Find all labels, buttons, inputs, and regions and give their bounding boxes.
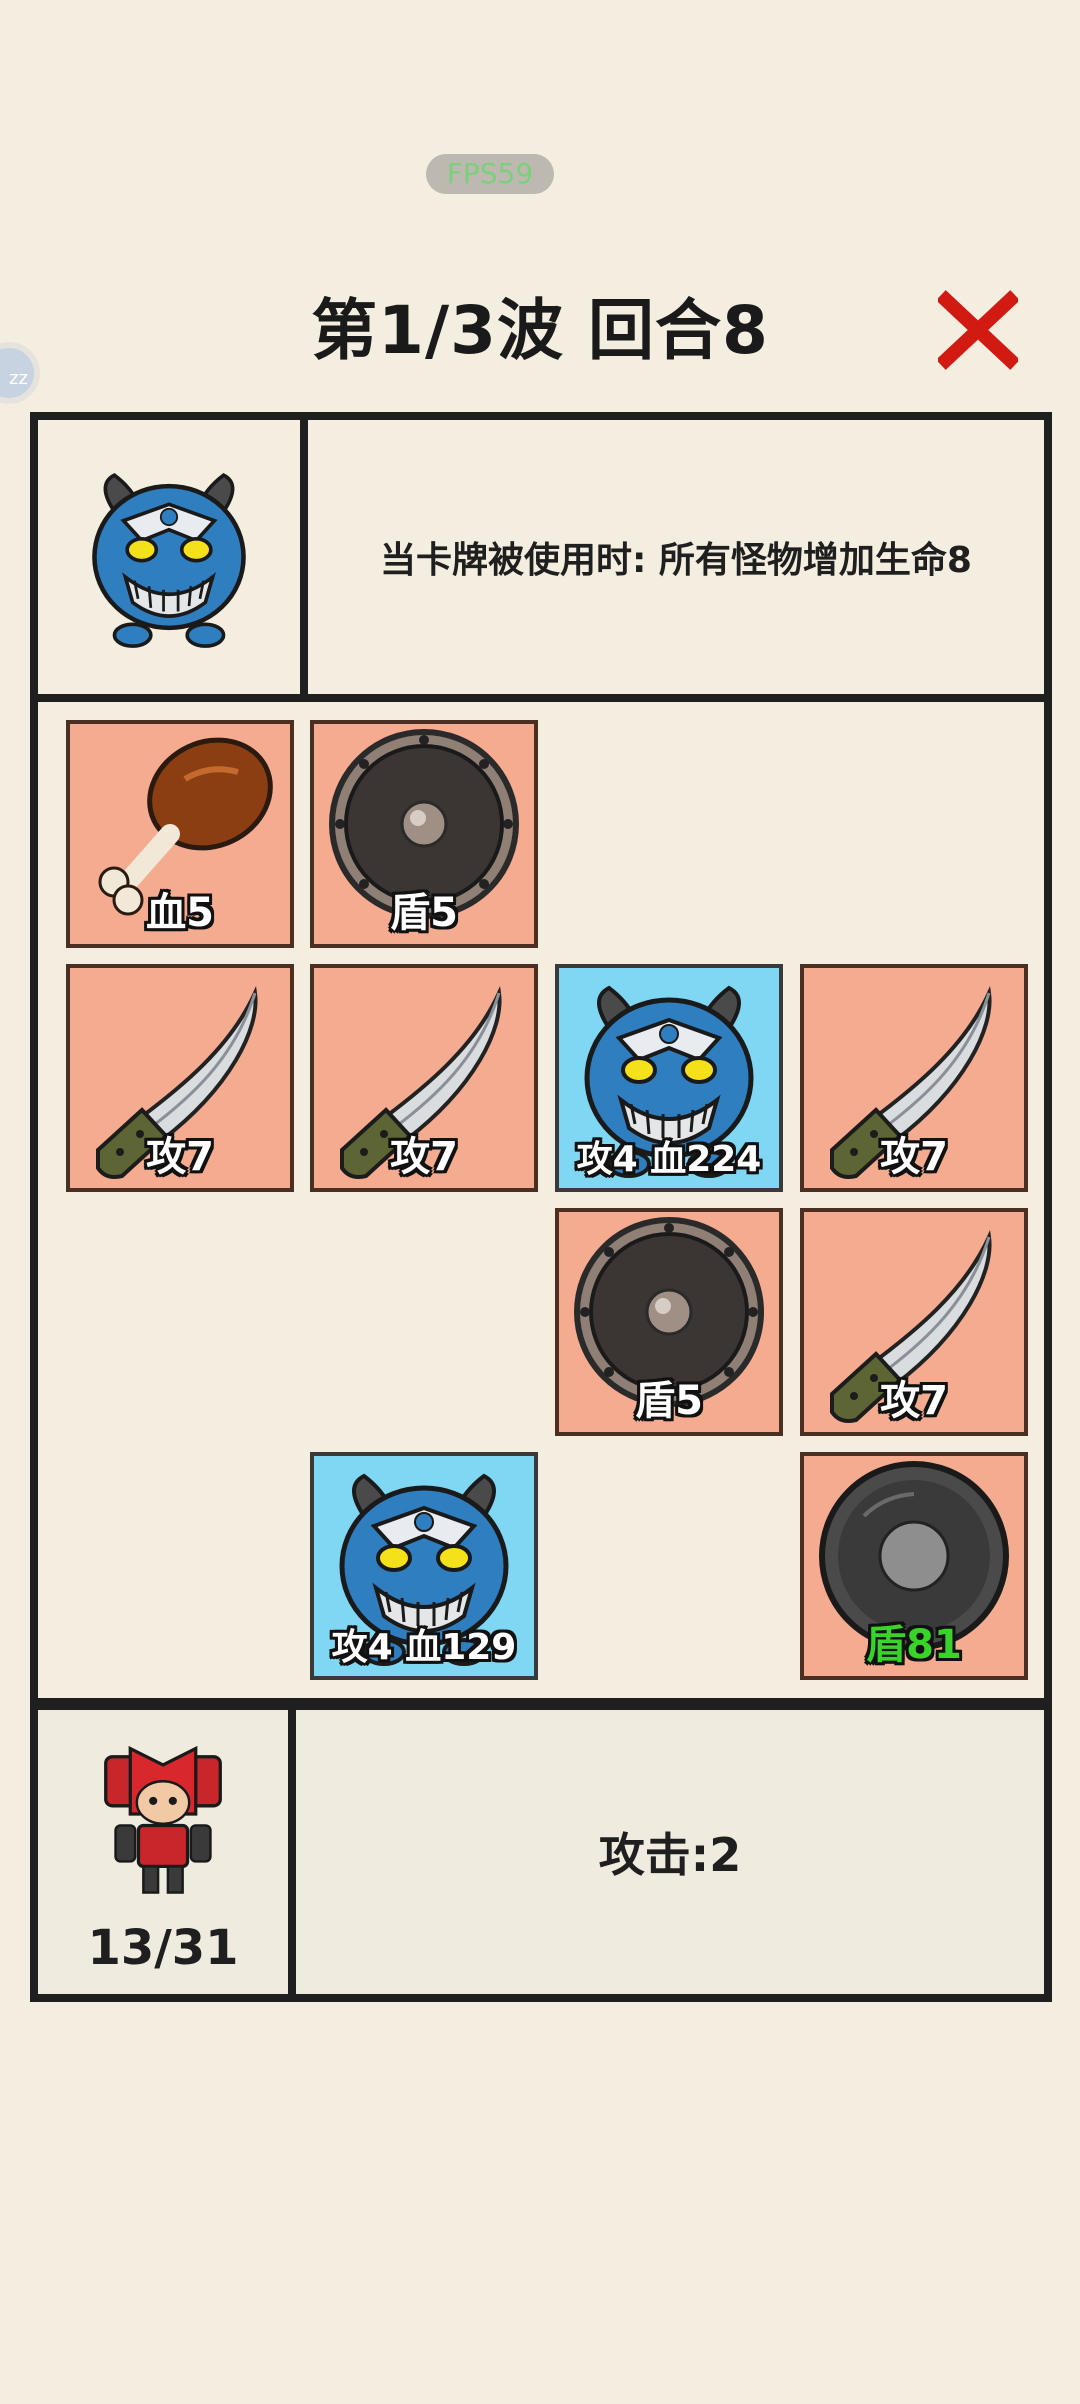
card-value: 攻7 [880,1378,948,1424]
fps-counter: FPS59 [426,154,554,194]
game-board: 血5 盾5 攻7 攻7 攻4 血224 攻7 盾5 攻7 攻4 血129 盾81 [30,694,1052,1706]
card-value: 攻7 [390,1134,458,1180]
card-tile[interactable]: 血5 [66,720,294,948]
monster-info-panel: 当卡牌被使用时: 所有怪物增加生命8 [30,412,1052,702]
card-tile[interactable]: 盾5 [555,1208,783,1436]
wave-round-title: 第1/3波 回合8 [311,292,769,369]
card-value: 攻7 [880,1134,948,1180]
card-tile[interactable]: 攻7 [800,1208,1028,1436]
close-icon[interactable] [938,290,1018,370]
monster-icon [69,457,269,657]
card-value: 盾5 [635,1378,703,1424]
monster-stats: 攻4 血129 [331,1627,517,1668]
player-attack: 攻击:2 [296,1710,1044,1994]
card-tile[interactable]: 盾81 [800,1452,1028,1680]
robot-icon [73,1724,253,1904]
player-portrait: 13/31 [38,1710,296,1994]
card-value: 盾5 [390,890,458,936]
player-hp: 13/31 [87,1920,239,1976]
card-tile[interactable]: 攻7 [310,964,538,1192]
card-value: 盾81 [866,1622,962,1668]
card-tile[interactable]: 盾5 [310,720,538,948]
monster-tile[interactable]: 攻4 血224 [555,964,783,1192]
monster-portrait [38,420,308,694]
card-tile[interactable]: 攻7 [66,964,294,1192]
card-effect-description: 当卡牌被使用时: 所有怪物增加生命8 [380,540,972,581]
card-value: 攻7 [146,1134,214,1180]
monster-stats: 攻4 血224 [576,1139,762,1180]
player-panel: 13/31 攻击:2 [30,1702,1052,2002]
monster-tile[interactable]: 攻4 血129 [310,1452,538,1680]
card-tile[interactable]: 攻7 [800,964,1028,1192]
card-value: 血5 [146,890,214,936]
